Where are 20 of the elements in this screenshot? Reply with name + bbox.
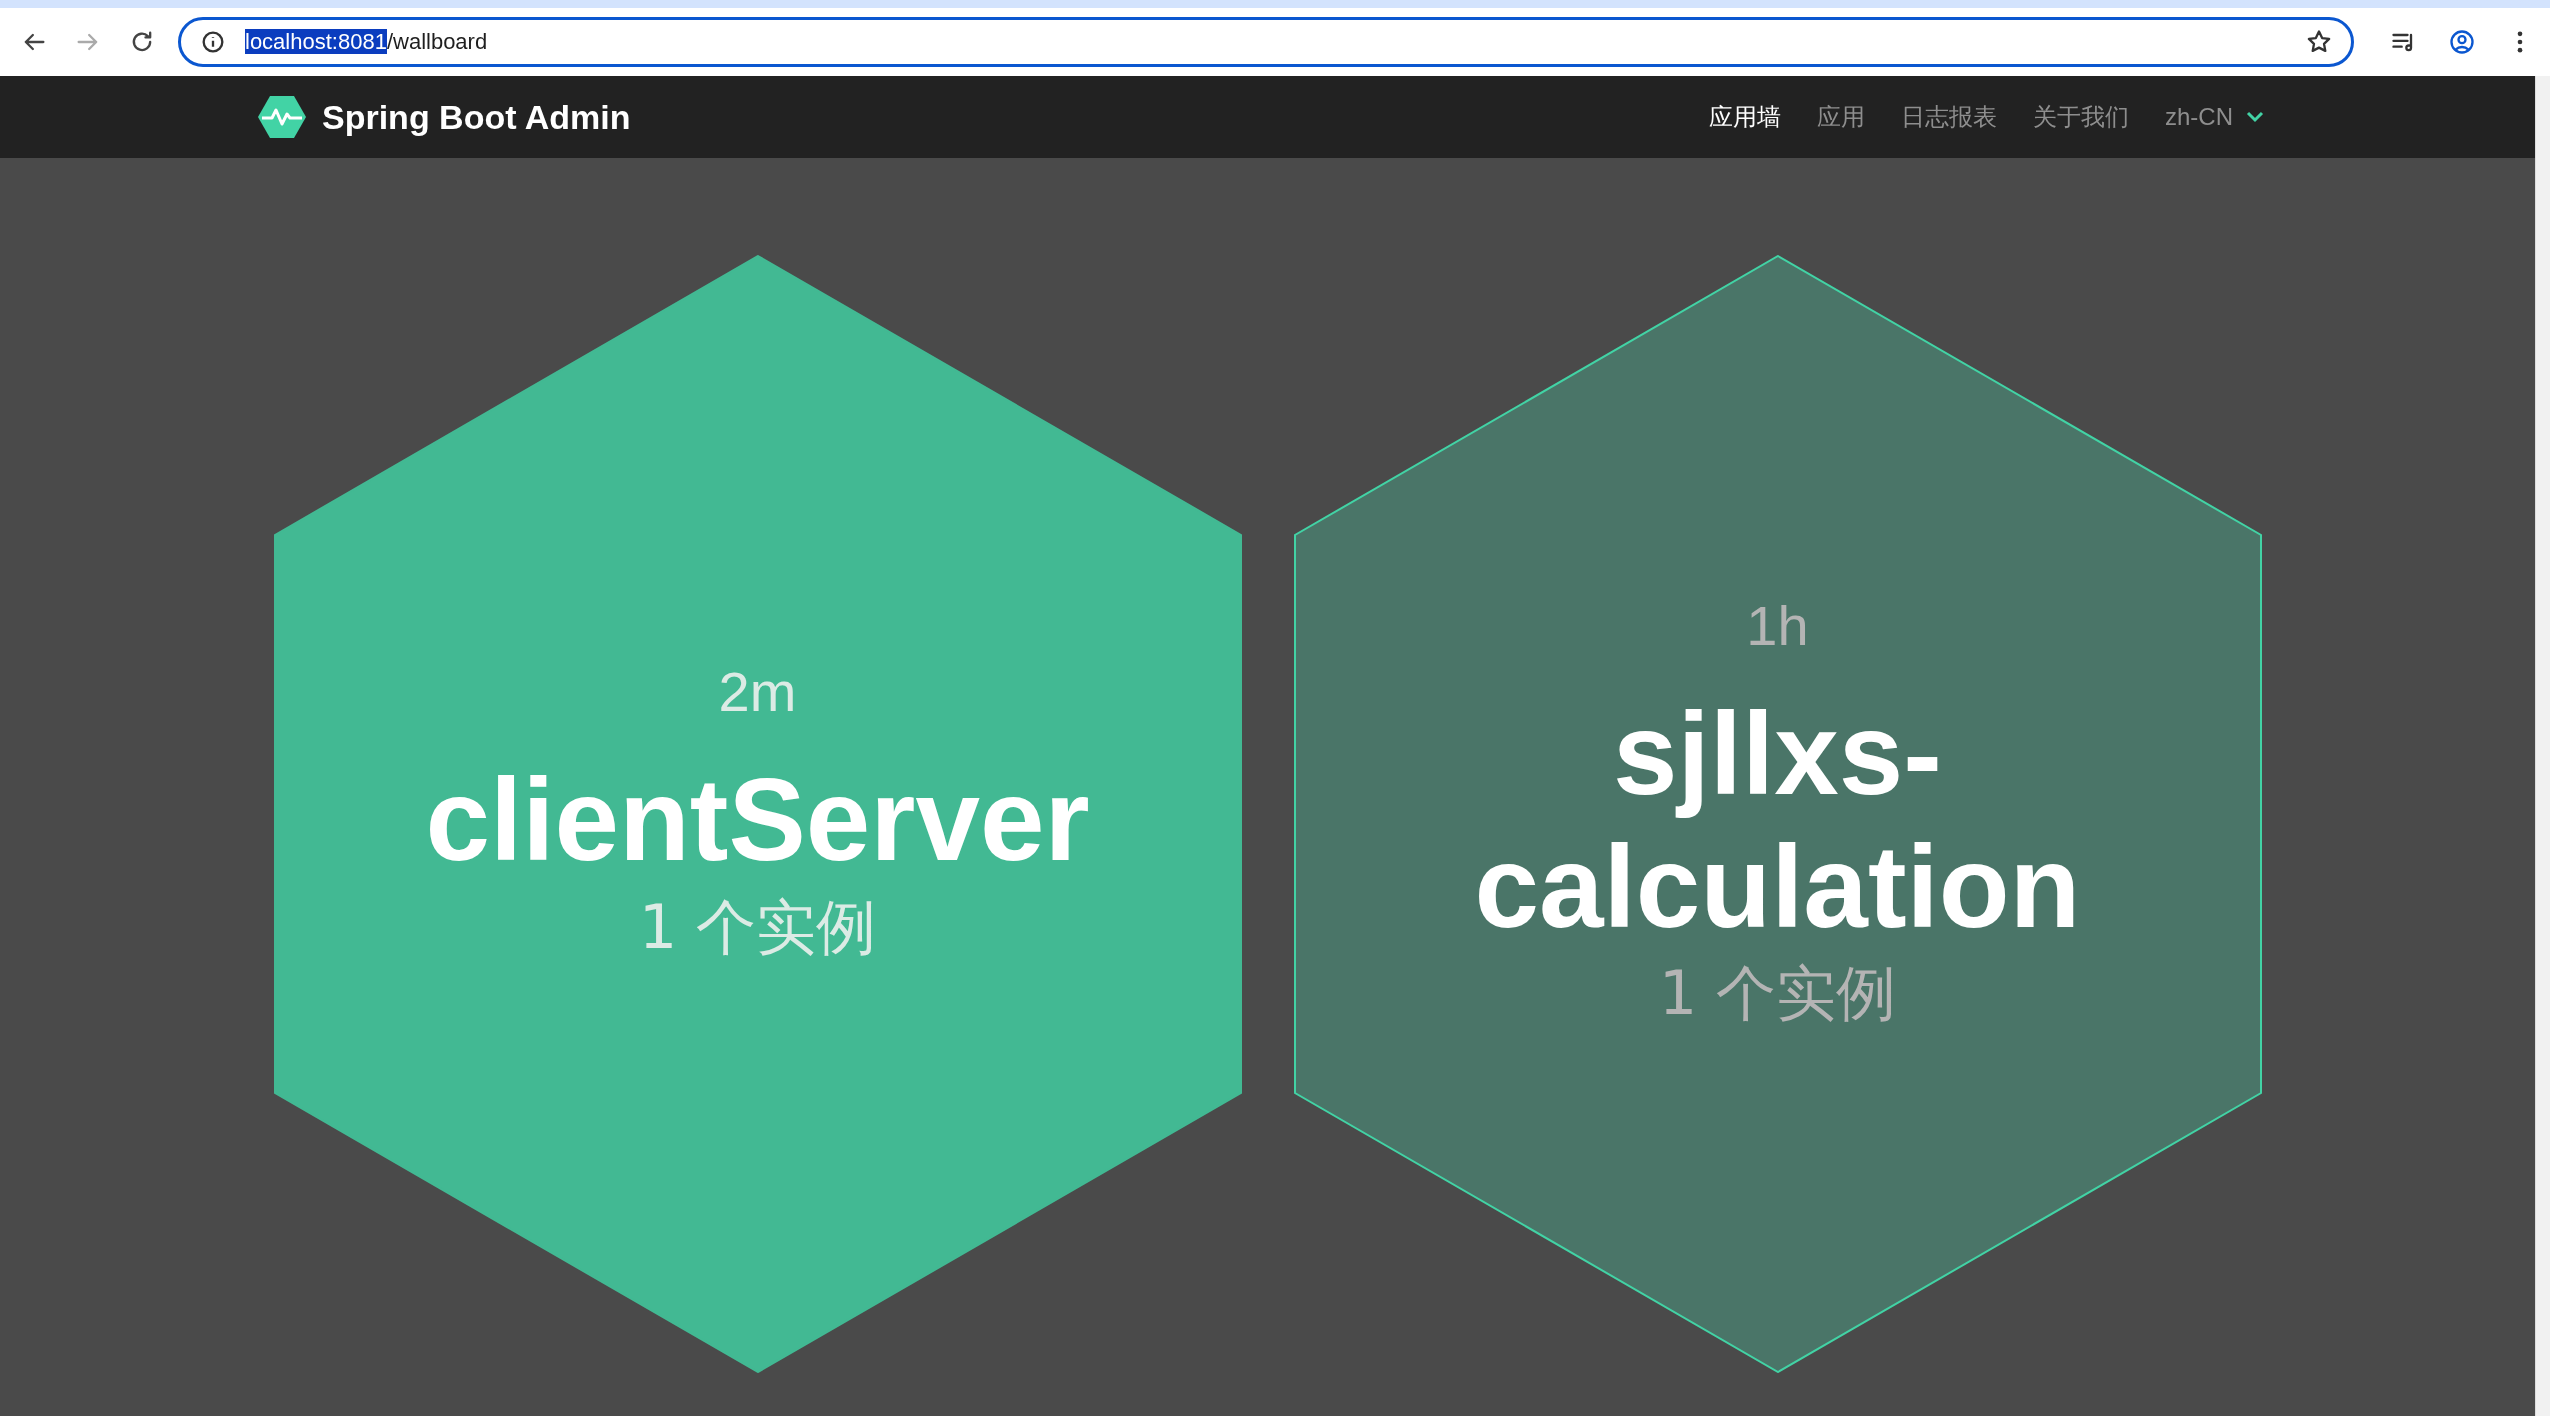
brand-title: Spring Boot Admin xyxy=(322,97,631,137)
profile-icon[interactable] xyxy=(2448,28,2476,56)
instance-count: 1 个实例 xyxy=(1658,957,1897,1031)
scrollbar[interactable] xyxy=(2535,76,2550,1416)
nav-link[interactable]: 关于我们 xyxy=(2033,101,2129,133)
address-bar[interactable]: localhost:8081/wallboard xyxy=(178,17,2354,67)
app-name: sjllxs-calculation xyxy=(1473,687,2082,954)
uptime-label: 2m xyxy=(718,659,797,725)
hexagon-tile[interactable] xyxy=(273,255,1242,1373)
nav-link[interactable]: 应用 xyxy=(1817,101,1865,133)
chevron-down-icon xyxy=(2245,110,2265,124)
instance-count: 1 个实例 xyxy=(638,890,877,964)
url-text: localhost:8081/wallboard xyxy=(245,29,489,55)
nav-link[interactable]: 应用墙 xyxy=(1709,101,1781,133)
uptime-label: 1h xyxy=(1746,592,1809,658)
app-name: clientServer xyxy=(425,754,1090,888)
nav-link[interactable]: 日志报表 xyxy=(1901,101,1997,133)
logo-icon xyxy=(258,96,306,138)
hexagon-tile[interactable] xyxy=(1293,255,2262,1373)
language-dropdown[interactable]: zh-CN xyxy=(2165,103,2265,131)
